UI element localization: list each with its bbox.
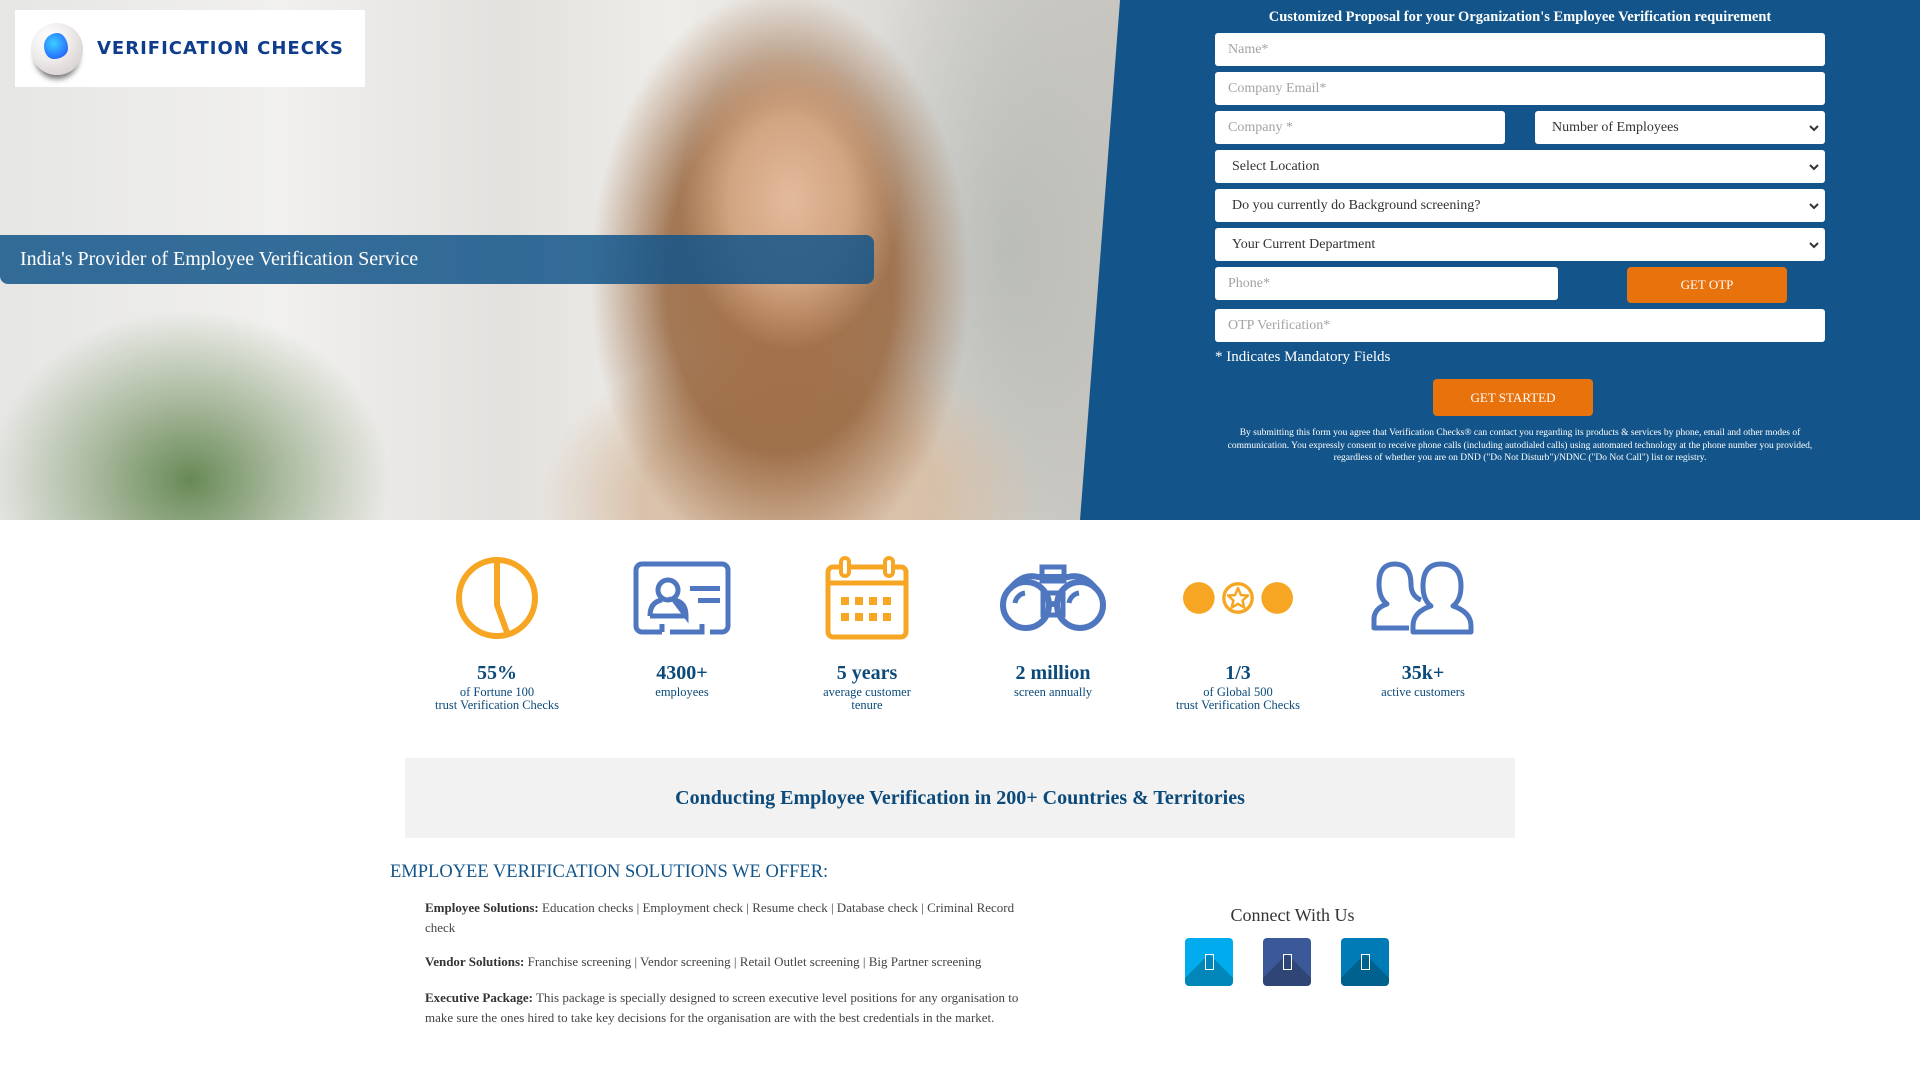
linkedin-button[interactable] <box>1341 938 1389 986</box>
star-coins-icon <box>1183 550 1293 645</box>
stat-label-line: active customers <box>1381 685 1465 699</box>
countries-band: Conducting Employee Verification in 200+… <box>405 758 1515 838</box>
company-email-input[interactable]: Company Email* <box>1215 72 1825 105</box>
company-input[interactable]: Company * <box>1215 111 1505 144</box>
chevron-down-icon <box>1809 163 1819 170</box>
proposal-form: Customized Proposal for your Organizatio… <box>1215 0 1825 463</box>
stat-label-line: trust Verification Checks <box>1175 698 1301 712</box>
stat-fortune-100: 55% of Fortune 100 trust Verification Ch… <box>407 550 587 712</box>
solution-heading: Vendor Solutions: <box>425 954 525 969</box>
linkedin-icon <box>1360 954 1370 970</box>
phone-input[interactable]: Phone* <box>1215 267 1558 300</box>
stat-value: 1/3 <box>1225 662 1251 684</box>
users-icon <box>1368 550 1478 645</box>
calendar-icon <box>812 550 922 645</box>
form-disclaimer: By submitting this form you agree that V… <box>1227 428 1813 463</box>
chevron-down-icon <box>1809 241 1819 248</box>
countries-band-text: Conducting Employee Verification in 200+… <box>675 786 1245 809</box>
stat-active-customers: 35k+ active customers <box>1333 550 1513 699</box>
get-started-button[interactable]: GET STARTED <box>1433 379 1593 416</box>
stat-label-line: screen annually <box>1013 685 1093 699</box>
solution-item-employee: Employee Solutions: Education checks | E… <box>425 898 1025 938</box>
facebook-icon <box>1282 954 1292 970</box>
solution-heading: Executive Package: <box>425 990 533 1005</box>
id-card-icon <box>627 550 737 645</box>
stat-value: 5 years <box>836 662 898 684</box>
logo-text: VERIFICATION CHECKS <box>97 38 344 59</box>
department-select-value: Your Current Department <box>1232 236 1376 252</box>
stat-label: of Global 500 trust Verification Checks <box>1148 686 1328 712</box>
name-input[interactable]: Name* <box>1215 33 1825 66</box>
twitter-icon <box>1204 954 1214 970</box>
stat-label: of Fortune 100 trust Verification Checks <box>407 686 587 712</box>
mandatory-note: * Indicates Mandatory Fields <box>1215 349 1391 365</box>
hero-tagline: India's Provider of Employee Verificatio… <box>0 235 874 284</box>
connect-heading: Connect With Us <box>1230 905 1355 925</box>
chevron-down-icon <box>1809 202 1819 209</box>
employees-select-value: Number of Employees <box>1552 119 1679 135</box>
stat-label-line: tenure <box>851 698 883 712</box>
stat-label-line: trust Verification Checks <box>434 698 560 712</box>
solutions-heading: EMPLOYEE VERIFICATION SOLUTIONS WE OFFER… <box>390 862 829 882</box>
stat-screen-annually: 2 million screen annually <box>963 550 1143 699</box>
get-otp-button[interactable]: GET OTP <box>1627 267 1787 303</box>
stat-employees: 4300+ employees <box>592 550 772 699</box>
stat-label: screen annually <box>963 686 1143 699</box>
logo-icon <box>31 22 83 75</box>
location-select[interactable]: Select Location <box>1215 150 1825 183</box>
stat-label: employees <box>592 686 772 699</box>
stat-value: 2 million <box>1015 662 1091 684</box>
background-screening-select[interactable]: Do you currently do Background screening… <box>1215 189 1825 222</box>
solution-item-executive: Executive Package: This package is speci… <box>425 988 1025 1028</box>
stat-label-line: employees <box>655 685 709 699</box>
stat-global-500: 1/3 of Global 500 trust Verification Che… <box>1148 550 1328 712</box>
location-select-value: Select Location <box>1232 158 1320 174</box>
stat-tenure: 5 years average customer tenure <box>777 550 957 712</box>
stat-value: 55% <box>477 662 517 684</box>
binoculars-icon <box>998 550 1108 645</box>
form-title: Customized Proposal for your Organizatio… <box>1268 9 1772 25</box>
background-screening-select-value: Do you currently do Background screening… <box>1232 197 1481 213</box>
logo[interactable]: VERIFICATION CHECKS <box>15 10 365 87</box>
stat-value: 35k+ <box>1401 662 1445 684</box>
stat-label: active customers <box>1333 686 1513 699</box>
chevron-down-icon <box>1809 124 1819 131</box>
otp-input[interactable]: OTP Verification* <box>1215 309 1825 342</box>
stat-label: average customer tenure <box>777 686 957 712</box>
hero-tagline-text: India's Provider of Employee Verificatio… <box>20 248 419 270</box>
solution-heading: Employee Solutions: <box>425 900 539 915</box>
employees-select[interactable]: Number of Employees <box>1535 111 1825 144</box>
twitter-button[interactable] <box>1185 938 1233 986</box>
hero-section: VERIFICATION CHECKS India's Provider of … <box>0 0 1920 520</box>
solution-text: Franchise screening | Vendor screening |… <box>524 954 982 969</box>
department-select[interactable]: Your Current Department <box>1215 228 1825 261</box>
facebook-button[interactable] <box>1263 938 1311 986</box>
stat-value: 4300+ <box>656 662 708 684</box>
pie-chart-icon <box>442 550 552 645</box>
solution-item-vendor: Vendor Solutions: Franchise screening | … <box>425 952 1025 972</box>
